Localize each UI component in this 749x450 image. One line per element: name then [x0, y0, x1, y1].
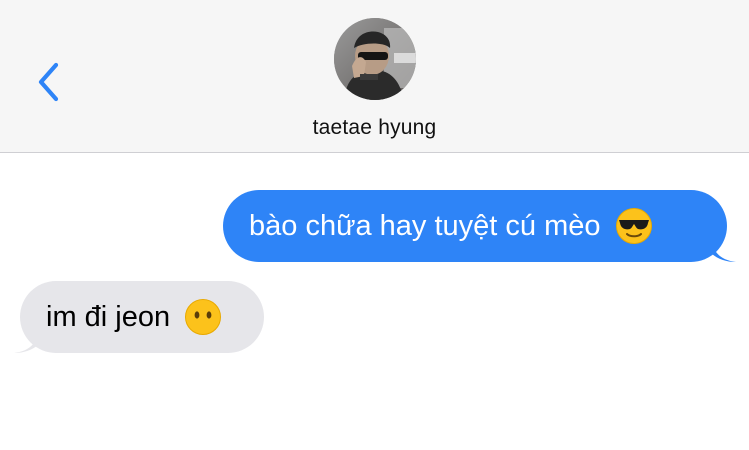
chevron-left-icon — [38, 62, 59, 102]
outgoing-message-text: bào chữa hay tuyệt cú mèo — [249, 209, 601, 242]
conversation-header: taetae hyung — [0, 0, 749, 153]
incoming-message-bubble[interactable]: im đi jeon — [20, 281, 264, 353]
outgoing-message-bubble[interactable]: bào chữa hay tuyệt cú mèo — [223, 190, 727, 262]
smiling-face-with-sunglasses-icon — [615, 208, 652, 244]
incoming-message-text: im đi jeon — [46, 300, 171, 333]
contact-avatar[interactable] — [334, 18, 416, 100]
contact-name[interactable]: taetae hyung — [0, 116, 749, 140]
avatar-photo — [334, 18, 416, 100]
face-without-mouth-icon — [185, 299, 222, 335]
message-thread: bào chữa hay tuyệt cú mèo im đi jeon — [0, 154, 749, 450]
back-button[interactable] — [28, 58, 68, 106]
